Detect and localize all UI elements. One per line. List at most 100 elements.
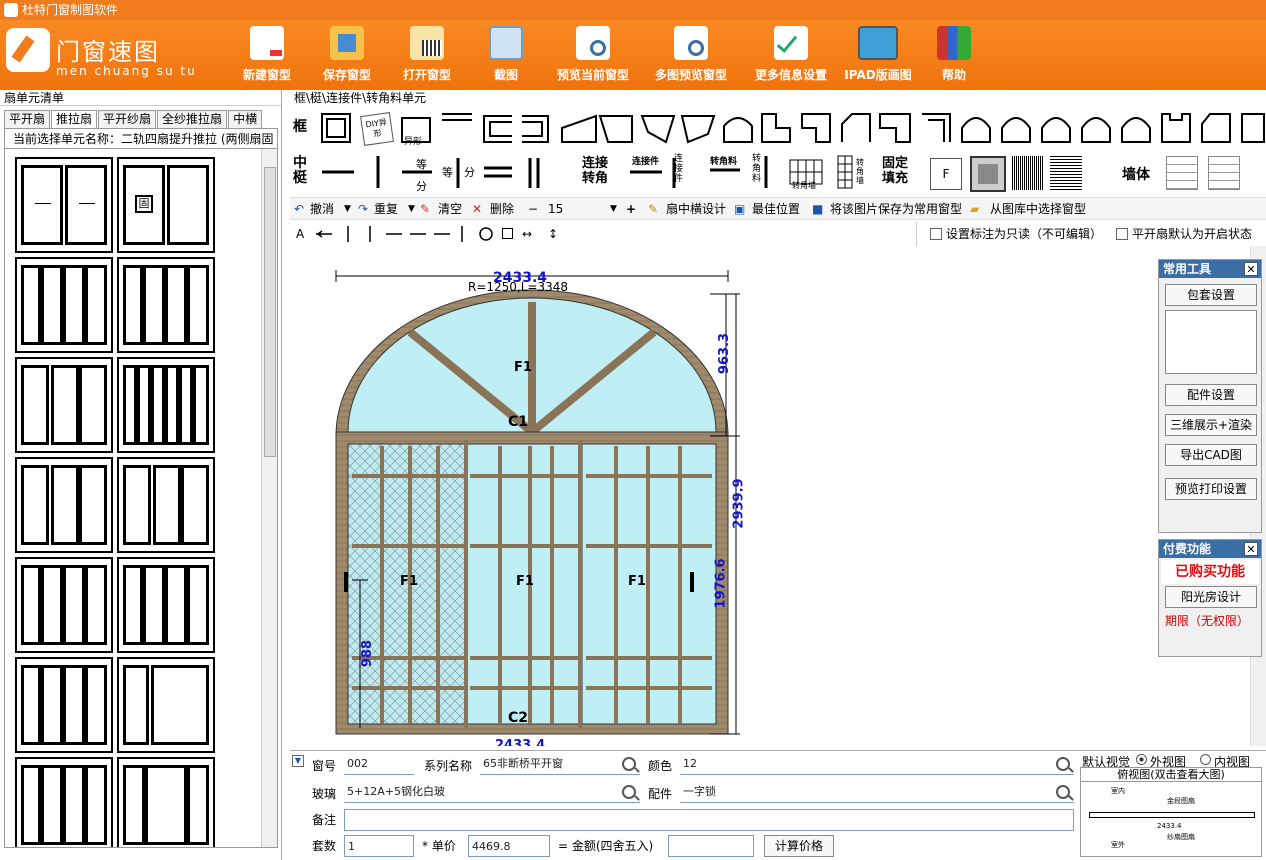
sash-thumb[interactable]: [117, 257, 215, 353]
tab-transom[interactable]: 中横: [228, 110, 263, 128]
frame-c2-label[interactable]: C2: [508, 710, 528, 726]
corner-material-vertical-label[interactable]: 转角料: [752, 154, 762, 184]
tab-casement-screen[interactable]: 平开纱扇: [98, 110, 157, 128]
undo-button[interactable]: 撤消: [310, 198, 334, 220]
sash-thumb[interactable]: [15, 257, 113, 353]
save-common-button[interactable]: 将该图片保存为常用窗型: [830, 198, 962, 220]
fitting-field[interactable]: 一字锁: [680, 781, 1074, 803]
3d-render-button[interactable]: 三维展示+渲染: [1165, 414, 1257, 436]
sash-list-scrollbar[interactable]: [261, 149, 277, 847]
pack-settings-button[interactable]: 包套设置: [1165, 284, 1257, 306]
delete-button[interactable]: 删除: [490, 198, 514, 220]
help-button[interactable]: 帮助: [934, 26, 974, 88]
search-icon[interactable]: [622, 785, 636, 799]
undo-dropdown-icon[interactable]: ▼: [344, 198, 351, 220]
preview-current-button[interactable]: 预览当前窗型: [550, 26, 636, 88]
redo-dropdown-icon[interactable]: ▼: [408, 198, 415, 220]
fill-lines-button[interactable]: [1050, 156, 1082, 190]
brick-wall-corner-button[interactable]: [1208, 156, 1240, 190]
corner-wall-vertical-label[interactable]: 转角墙: [856, 158, 866, 185]
screenshot-button[interactable]: 截图: [484, 26, 528, 88]
amount-field[interactable]: [668, 835, 754, 857]
collapse-toggle[interactable]: ▼: [292, 755, 304, 767]
arc-height-dimension[interactable]: 963.3: [717, 333, 732, 374]
new-window-button[interactable]: 新建窗型: [238, 26, 296, 88]
scrollbar-thumb[interactable]: [264, 167, 276, 457]
corner-material-label[interactable]: 转角料: [710, 154, 737, 167]
close-icon[interactable]: ✕: [1244, 262, 1258, 276]
plan-view-box[interactable]: 俯视图(双击查看大图) 室内 金段图扇 2433.4 室外 纱扇图扇: [1080, 767, 1262, 857]
frame-c1-label[interactable]: C1: [508, 414, 528, 430]
open-default-checkbox[interactable]: [1116, 228, 1128, 240]
multi-preview-button[interactable]: 多图预览窗型: [648, 26, 734, 88]
note-field[interactable]: [344, 809, 1074, 831]
more-settings-button[interactable]: 更多信息设置: [748, 26, 834, 88]
color-field[interactable]: 12: [680, 753, 1074, 775]
redo-button[interactable]: 重复: [374, 198, 398, 220]
rect-tool[interactable]: [502, 228, 513, 239]
readonly-checkbox[interactable]: [930, 228, 942, 240]
best-position-button[interactable]: 最佳位置: [752, 198, 800, 220]
sash-height-dimension[interactable]: 988: [360, 640, 375, 667]
parts-settings-button[interactable]: 配件设置: [1165, 384, 1257, 406]
sash-thumb[interactable]: [15, 157, 113, 253]
sash-thumb[interactable]: [117, 557, 215, 653]
calc-price-button[interactable]: 计算价格: [764, 835, 834, 857]
sash-thumb[interactable]: [117, 357, 215, 453]
drawing-canvas[interactable]: 2433.4 R=1250,L=3348 963.3 2939.9 1976.6…: [290, 246, 1266, 746]
brick-wall-button[interactable]: [1166, 156, 1198, 190]
export-cad-button[interactable]: 导出CAD图: [1165, 444, 1257, 466]
inner-view-radio[interactable]: [1200, 754, 1211, 765]
print-preview-button[interactable]: 预览打印设置: [1165, 478, 1257, 500]
sash-thumb[interactable]: [15, 757, 113, 847]
tab-sliding[interactable]: 推拉扇: [51, 110, 98, 129]
size-dropdown-icon[interactable]: ▼: [610, 198, 617, 220]
sash-thumb[interactable]: [15, 657, 113, 753]
sash-f1-right-label[interactable]: F1: [628, 574, 646, 589]
clear-button[interactable]: 清空: [438, 198, 462, 220]
series-field[interactable]: 65非断桥平开窗: [480, 753, 640, 775]
sash-f1-left-label[interactable]: F1: [400, 574, 418, 589]
sash-thumb[interactable]: 固: [117, 157, 215, 253]
from-library-button[interactable]: 从图库中选择窗型: [990, 198, 1086, 220]
sets-field[interactable]: 1: [344, 835, 414, 857]
connector-label[interactable]: 连接件: [632, 154, 659, 167]
sash-thumb[interactable]: [15, 457, 113, 553]
line-tools[interactable]: [314, 222, 504, 246]
unit-price-field[interactable]: 4469.8: [468, 835, 550, 857]
fill-frame-button[interactable]: [970, 156, 1006, 192]
mullion-shapes[interactable]: [290, 150, 1266, 198]
vertical-dim-tool[interactable]: ↕: [548, 222, 558, 246]
outer-view-radio[interactable]: [1136, 754, 1147, 765]
sash-thumb[interactable]: [117, 657, 215, 753]
connect-corner-button[interactable]: 连接 转角: [582, 156, 616, 186]
window-no-field[interactable]: 002: [344, 753, 414, 775]
fixed-pane-label[interactable]: F1: [514, 360, 532, 375]
fill-f-button[interactable]: F: [930, 158, 962, 190]
total-height-dimension[interactable]: 2939.9: [732, 478, 747, 528]
search-icon[interactable]: [622, 757, 636, 771]
ipad-draw-button[interactable]: IPAD版画图: [842, 26, 914, 88]
sash-thumb[interactable]: [117, 757, 215, 847]
tab-full-screen-sliding[interactable]: 全纱推拉扇: [157, 110, 228, 128]
close-icon[interactable]: ✕: [1244, 542, 1258, 556]
connector-vertical-label[interactable]: 连接件: [674, 154, 684, 184]
fill-mesh-button[interactable]: [1012, 156, 1044, 190]
tab-casement[interactable]: 平开扇: [4, 110, 51, 128]
glass-field[interactable]: 5+12A+5钢化白玻: [344, 781, 640, 803]
sash-thumb[interactable]: [15, 557, 113, 653]
open-window-button[interactable]: 打开窗型: [398, 26, 456, 88]
save-window-button[interactable]: 保存窗型: [318, 26, 376, 88]
frame-shapes[interactable]: [290, 104, 1266, 152]
decrease-button[interactable]: −: [528, 198, 538, 220]
increase-button[interactable]: +: [626, 198, 636, 220]
size-select[interactable]: 15: [548, 198, 618, 220]
horizontal-dim-tool[interactable]: ↔: [522, 222, 532, 246]
bottom-width-dimension[interactable]: 2433.4: [495, 738, 545, 746]
corner-wall-label[interactable]: 转角墙: [792, 180, 816, 191]
sunroom-design-button[interactable]: 阳光房设计: [1165, 586, 1257, 608]
lower-height-dimension[interactable]: 1976.6: [714, 558, 729, 608]
search-icon[interactable]: [1056, 785, 1070, 799]
sash-thumb[interactable]: [15, 357, 113, 453]
diy-shape-button[interactable]: DIY异形: [360, 112, 394, 146]
